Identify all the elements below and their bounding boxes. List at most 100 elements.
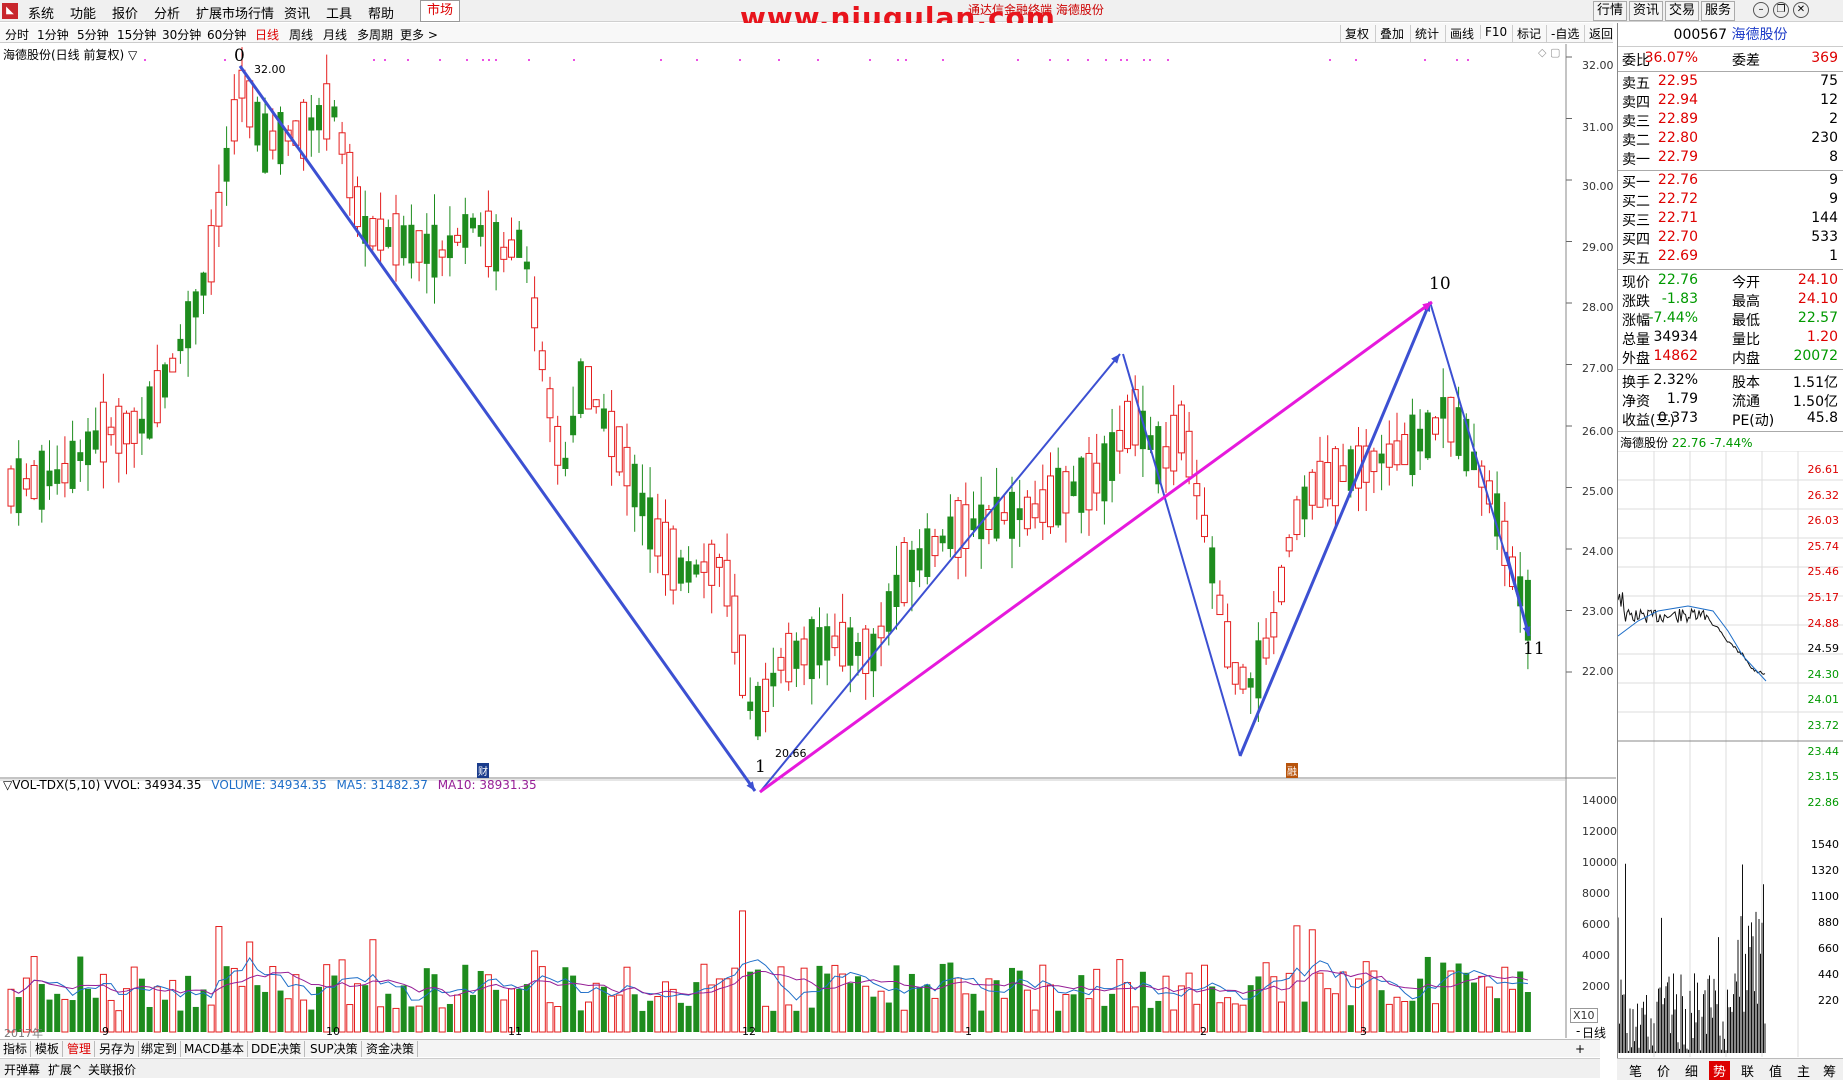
menu-quote[interactable]: 报价 bbox=[112, 3, 138, 22]
margin-marker[interactable]: 融 bbox=[1286, 763, 1298, 778]
zoom-in-button[interactable]: + bbox=[1572, 1041, 1588, 1057]
stock-name[interactable]: 海德股份 bbox=[1731, 27, 1787, 43]
tab-sup[interactable]: SUP决策 bbox=[307, 1041, 362, 1057]
finance-marker[interactable]: 财 bbox=[477, 763, 489, 778]
volume-bar bbox=[362, 985, 369, 1032]
tool-watchlist[interactable]: -自选 bbox=[1546, 25, 1579, 42]
candle-body bbox=[470, 217, 476, 229]
volume-bar bbox=[808, 1007, 815, 1032]
bid-row[interactable]: 买三 22.71 144 bbox=[1620, 210, 1842, 229]
menu-tools[interactable]: 工具 bbox=[326, 3, 352, 22]
danmu-toggle[interactable]: 开弹幕 bbox=[4, 1061, 40, 1078]
restore-icon[interactable]: ❐ bbox=[1773, 2, 1789, 18]
ask-row[interactable]: 卖五 22.95 75 bbox=[1620, 73, 1842, 92]
bid-row[interactable]: 买一 22.76 9 bbox=[1620, 172, 1842, 191]
volume-bar bbox=[484, 974, 492, 1033]
x10-button[interactable]: X10 bbox=[1570, 1008, 1598, 1023]
tab-zhi[interactable]: 值 bbox=[1769, 1061, 1782, 1080]
mini-stock-name: 海德股份 bbox=[1620, 436, 1669, 450]
candle-body bbox=[153, 370, 161, 424]
chart-expand-icon[interactable]: ◇ ▢ bbox=[1538, 46, 1560, 59]
tab-bi[interactable]: 笔 bbox=[1629, 1061, 1642, 1080]
tool-overlay[interactable]: 叠加 bbox=[1375, 25, 1404, 42]
tab-template[interactable]: 模板 bbox=[32, 1041, 64, 1057]
tool-f10[interactable]: F10 bbox=[1480, 25, 1507, 39]
extend-toggle[interactable]: 扩展^ bbox=[48, 1061, 82, 1078]
tab-xi[interactable]: 细 bbox=[1685, 1061, 1698, 1080]
tab-manage[interactable]: 管理 bbox=[64, 1041, 96, 1057]
label: 卖一 bbox=[1622, 152, 1650, 168]
period-more[interactable]: 更多 > bbox=[400, 26, 438, 43]
tab-market[interactable]: 行情 bbox=[1593, 1, 1627, 21]
tab-lian[interactable]: 联 bbox=[1741, 1061, 1754, 1080]
market-button[interactable]: 市场 bbox=[420, 0, 460, 22]
tab-save-as[interactable]: 另存为 bbox=[96, 1041, 140, 1057]
app-logo-icon[interactable]: ◣ bbox=[2, 3, 18, 19]
price: 22.80 bbox=[1657, 130, 1698, 146]
label: 流通 bbox=[1732, 394, 1760, 410]
volume-bar bbox=[207, 1004, 215, 1033]
period-monthly[interactable]: 月线 bbox=[323, 26, 347, 43]
vol-indicator-name[interactable]: ▽VOL-TDX(5,10) VVOL: 34934.35 bbox=[3, 778, 202, 792]
bid-row[interactable]: 买二 22.72 9 bbox=[1620, 191, 1842, 210]
period-weekly[interactable]: 周线 bbox=[289, 26, 313, 43]
value: 1.51亿 bbox=[1792, 375, 1838, 391]
zoom-out-button[interactable]: - bbox=[1576, 1024, 1580, 1038]
tab-jia[interactable]: 价 bbox=[1657, 1061, 1670, 1080]
tool-fuquan[interactable]: 复权 bbox=[1340, 25, 1369, 42]
tab-bind-to[interactable]: 绑定到 bbox=[138, 1041, 182, 1057]
price: 22.79 bbox=[1657, 149, 1698, 165]
menu-ext-market[interactable]: 扩展市场行情 bbox=[196, 3, 274, 22]
period-30min[interactable]: 30分钟 bbox=[162, 26, 201, 43]
period-daily-indicator[interactable]: 日线 bbox=[1582, 1024, 1606, 1041]
tab-dde[interactable]: DDE决策 bbox=[248, 1041, 306, 1057]
tab-info[interactable]: 资讯 bbox=[1629, 1, 1663, 21]
tool-back[interactable]: 返回 bbox=[1584, 25, 1613, 42]
volume-bar bbox=[292, 974, 300, 1033]
menu-function[interactable]: 功能 bbox=[70, 3, 96, 22]
ask-row[interactable]: 卖三 22.89 2 bbox=[1620, 111, 1842, 130]
period-5min[interactable]: 5分钟 bbox=[77, 26, 109, 43]
tool-stats[interactable]: 统计 bbox=[1410, 25, 1439, 42]
candle-body bbox=[438, 249, 446, 258]
minimize-icon[interactable]: – bbox=[1753, 2, 1769, 18]
wave-label-10: 10 bbox=[1429, 274, 1451, 294]
period-60min[interactable]: 60分钟 bbox=[207, 26, 246, 43]
menu-help[interactable]: 帮助 bbox=[368, 3, 394, 22]
tab-trade[interactable]: 交易 bbox=[1665, 1, 1699, 21]
ask-row[interactable]: 卖二 22.80 230 bbox=[1620, 130, 1842, 149]
volume-bar bbox=[1262, 962, 1270, 1033]
tab-indicator[interactable]: 指标 bbox=[0, 1041, 32, 1057]
menu-system[interactable]: 系统 bbox=[28, 3, 54, 22]
bid-row[interactable]: 买四 22.70 533 bbox=[1620, 229, 1842, 248]
price-tick: 26.00 bbox=[1582, 425, 1614, 438]
period-multi[interactable]: 多周期 bbox=[357, 26, 393, 43]
ask-row[interactable]: 卖一 22.79 8 bbox=[1620, 149, 1842, 168]
tab-zhu[interactable]: 主 bbox=[1797, 1061, 1810, 1080]
tab-service[interactable]: 服务 bbox=[1701, 1, 1735, 21]
date-label: 1 bbox=[965, 1025, 972, 1038]
ask-row[interactable]: 卖四 22.94 12 bbox=[1620, 92, 1842, 111]
kline-chart[interactable] bbox=[0, 44, 1616, 1038]
volume: 8 bbox=[1829, 149, 1838, 165]
volume-bar bbox=[1109, 993, 1116, 1032]
tool-draw[interactable]: 画线 bbox=[1445, 25, 1474, 42]
candle-body bbox=[115, 405, 123, 454]
volume-bar bbox=[1432, 1003, 1439, 1033]
volume-bar bbox=[408, 1006, 415, 1032]
tab-chou[interactable]: 筹 bbox=[1823, 1061, 1836, 1080]
period-1min[interactable]: 1分钟 bbox=[37, 26, 69, 43]
tab-fund[interactable]: 资金决策 bbox=[363, 1041, 419, 1057]
related-quote[interactable]: 关联报价 bbox=[88, 1061, 136, 1078]
tool-mark[interactable]: 标记 bbox=[1512, 25, 1541, 42]
candle-body bbox=[38, 450, 45, 510]
bid-row[interactable]: 买五 22.69 1 bbox=[1620, 248, 1842, 267]
tab-shi[interactable]: 势 bbox=[1709, 1061, 1731, 1080]
tab-macd[interactable]: MACD基本 bbox=[181, 1041, 248, 1057]
menu-info[interactable]: 资讯 bbox=[284, 3, 310, 22]
menu-analysis[interactable]: 分析 bbox=[154, 3, 180, 22]
period-15min[interactable]: 15分钟 bbox=[117, 26, 156, 43]
period-intraday[interactable]: 分时 bbox=[5, 26, 29, 43]
period-daily[interactable]: 日线 bbox=[255, 26, 279, 43]
close-icon[interactable]: ✕ bbox=[1793, 2, 1809, 18]
